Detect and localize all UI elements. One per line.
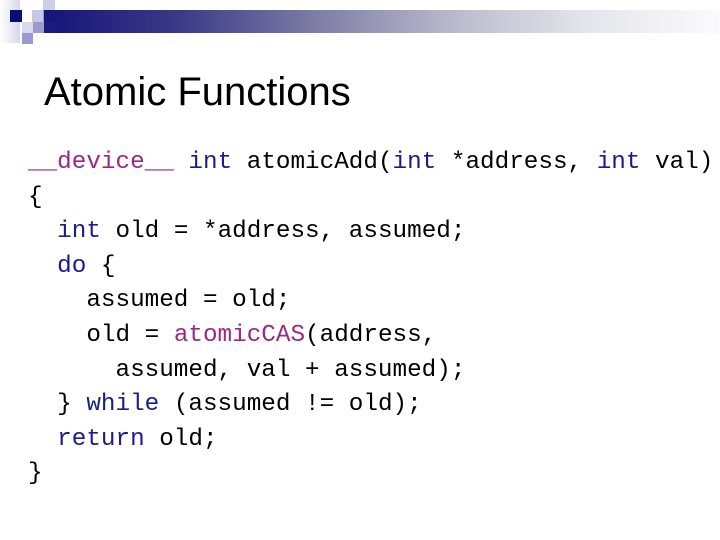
code-keyword: int bbox=[596, 149, 641, 176]
code-keyword: return bbox=[57, 425, 145, 453]
code-text: old; bbox=[144, 425, 218, 453]
code-text: { bbox=[28, 183, 43, 211]
square-medium-icon bbox=[22, 33, 33, 44]
code-keyword: int bbox=[188, 149, 233, 176]
code-line: do { bbox=[28, 250, 713, 285]
code-line: old = atomicCAS(address, bbox=[28, 319, 713, 354]
code-text: *address, bbox=[436, 149, 597, 176]
code-text: atomicAdd( bbox=[232, 149, 393, 176]
code-line: assumed, val + assumed); bbox=[28, 354, 713, 389]
code-text: val) bbox=[640, 149, 714, 176]
code-line: assumed = old; bbox=[28, 284, 713, 319]
code-text: (address, bbox=[305, 321, 437, 349]
code-text: (assumed != old); bbox=[159, 391, 422, 419]
square-dark-icon bbox=[10, 10, 22, 22]
code-keyword: while bbox=[86, 391, 160, 419]
code-line: } while (assumed != old); bbox=[28, 388, 713, 423]
code-line: __device__ int atomicAdd(int *address, i… bbox=[28, 146, 713, 181]
square-dark-icon bbox=[44, 22, 55, 33]
code-text: assumed = old; bbox=[28, 287, 291, 315]
code-keyword: int bbox=[57, 218, 101, 246]
square-light-icon bbox=[22, 22, 33, 33]
code-block: __device__ int atomicAdd(int *address, i… bbox=[28, 146, 713, 492]
square-medium-icon bbox=[33, 22, 44, 33]
code-text: old = *address, assumed; bbox=[100, 218, 466, 246]
slide-title: Atomic Functions bbox=[44, 70, 351, 114]
title-banner-bar bbox=[44, 10, 720, 33]
code-line: } bbox=[28, 457, 713, 492]
code-text: } bbox=[28, 460, 43, 488]
code-qualifier: __device__ bbox=[28, 149, 174, 176]
code-line: int old = *address, assumed; bbox=[28, 215, 713, 250]
square-light-icon bbox=[43, 0, 55, 10]
code-keyword: int bbox=[392, 149, 437, 176]
code-line: { bbox=[28, 181, 713, 216]
code-line: return old; bbox=[28, 423, 713, 458]
code-text: { bbox=[86, 252, 116, 280]
code-keyword: do bbox=[57, 252, 87, 280]
code-text: old = bbox=[28, 321, 174, 349]
code-text: } bbox=[28, 391, 87, 419]
code-text: assumed, val + assumed); bbox=[28, 356, 466, 384]
code-qualifier: atomicCAS bbox=[173, 321, 306, 349]
